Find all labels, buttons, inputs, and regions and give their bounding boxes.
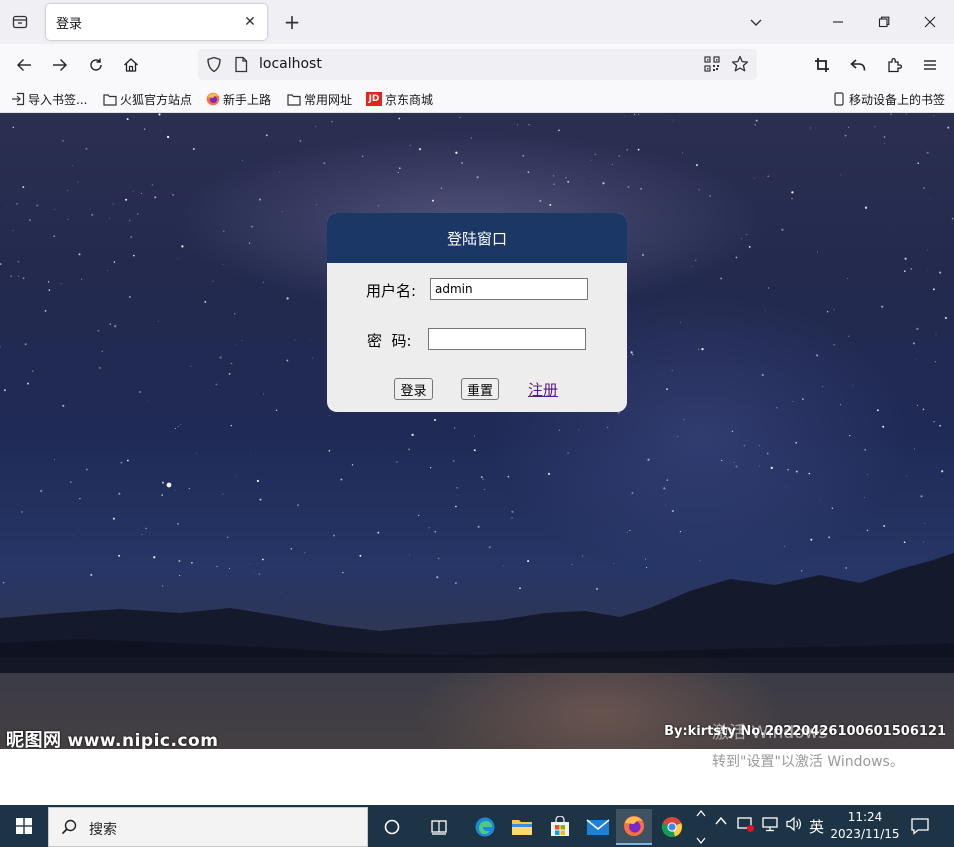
- microsoft-store-icon[interactable]: [542, 809, 578, 845]
- file-explorer-icon[interactable]: [504, 809, 540, 845]
- activate-windows-hint: 转到"设置"以激活 Windows。: [712, 754, 904, 770]
- tab-title: 登录: [56, 17, 83, 32]
- close-window-icon[interactable]: [910, 4, 950, 40]
- username-row: 用户名:: [327, 278, 627, 302]
- widgets-icon[interactable]: [421, 809, 457, 845]
- bookmark-label: 火狐官方站点: [120, 92, 193, 107]
- username-input[interactable]: [430, 278, 588, 300]
- shield-icon[interactable]: [206, 56, 222, 77]
- bookmark-label: 京东商城: [385, 92, 434, 107]
- taskbar-search-box[interactable]: 搜索: [48, 807, 368, 847]
- chevron-down-icon[interactable]: [742, 8, 770, 36]
- password-row: 密 码:: [327, 328, 627, 352]
- restore-icon[interactable]: [864, 4, 904, 40]
- mail-icon[interactable]: [580, 809, 616, 845]
- jd-icon: JD: [366, 92, 382, 106]
- undo-arrow-icon[interactable]: [844, 51, 872, 79]
- menu-icon[interactable]: [916, 51, 944, 79]
- tab-bar: 登录 ✕ +: [0, 0, 954, 44]
- bookmarks-toolbar: 导入书签... 火狐官方站点 新手上路 常用网址 JD 京东商城 移动设备上的书…: [0, 86, 954, 113]
- password-label: 密 码:: [367, 332, 412, 350]
- firefox-taskbar-icon[interactable]: [616, 809, 652, 845]
- login-title: 登陆窗口: [327, 213, 627, 263]
- bookmark-firefox-site[interactable]: 火狐官方站点: [103, 90, 192, 108]
- bookmark-import[interactable]: 导入书签...: [11, 90, 87, 108]
- night-sky-background: 昵图网 www.nipic.com By:kirtsty No.202204261…: [0, 113, 954, 749]
- network-icon[interactable]: [761, 815, 779, 837]
- notification-icon[interactable]: [910, 816, 930, 840]
- chevron-up-icon[interactable]: [696, 809, 706, 817]
- password-input[interactable]: [428, 328, 586, 350]
- home-icon[interactable]: [117, 51, 145, 79]
- address-bar[interactable]: localhost: [198, 49, 757, 80]
- register-link[interactable]: 注册: [528, 379, 558, 400]
- bookmark-common-sites[interactable]: 常用网址: [287, 90, 352, 108]
- username-label: 用户名:: [366, 282, 417, 300]
- watermark-brand: 昵图网: [6, 730, 62, 749]
- taskbar-scroll[interactable]: [695, 809, 707, 845]
- login-button[interactable]: 登录: [394, 378, 433, 400]
- page-icon[interactable]: [234, 56, 248, 77]
- ime-indicator[interactable]: 英: [809, 816, 824, 837]
- firefox-icon: [206, 92, 220, 106]
- taskbar-clock[interactable]: 11:24 2023/11/15: [826, 809, 904, 843]
- clock-date: 2023/11/15: [830, 827, 900, 841]
- reload-icon[interactable]: [82, 51, 110, 79]
- activate-windows-title: 激活 Windows: [712, 723, 828, 743]
- folder-icon: [287, 92, 301, 106]
- clock-time: 11:24: [847, 810, 883, 824]
- bookmark-label: 导入书签...: [28, 92, 88, 107]
- tab-list-icon[interactable]: [6, 8, 34, 36]
- bookmark-label: 移动设备上的书签: [849, 92, 946, 107]
- bookmark-label: 新手上路: [223, 92, 272, 107]
- login-panel: 登陆窗口 用户名: 密 码: 登录 重置 注册: [327, 213, 627, 412]
- volume-icon[interactable]: [785, 815, 803, 837]
- new-tab-icon[interactable]: +: [278, 8, 306, 36]
- extensions-icon[interactable]: [880, 51, 908, 79]
- chrome-icon[interactable]: [654, 809, 690, 845]
- reset-button[interactable]: 重置: [461, 378, 499, 400]
- search-icon: [61, 819, 77, 839]
- windows-taskbar: 搜索 英 11:24 2023/11/15: [0, 805, 954, 847]
- watermark-left: 昵图网 www.nipic.com: [6, 726, 218, 749]
- forward-icon[interactable]: [46, 51, 74, 79]
- url-text[interactable]: localhost: [259, 56, 322, 72]
- active-tab[interactable]: 登录 ✕: [46, 4, 267, 40]
- mobile-device-icon: [832, 92, 846, 106]
- search-placeholder: 搜索: [89, 822, 117, 838]
- folder-icon: [103, 92, 117, 106]
- show-hidden-icons[interactable]: [714, 815, 728, 831]
- bookmark-star-icon[interactable]: [731, 55, 749, 77]
- minimize-icon[interactable]: [818, 4, 858, 40]
- watermark-site: www.nipic.com: [67, 731, 219, 749]
- edge-browser-icon[interactable]: [467, 809, 503, 845]
- import-icon: [11, 92, 25, 106]
- bookmark-label: 常用网址: [304, 92, 353, 107]
- task-view-icon[interactable]: [374, 809, 410, 845]
- mobile-bookmarks[interactable]: 移动设备上的书签: [832, 90, 945, 108]
- starfield-and-mountains: [0, 113, 954, 749]
- screenshot-crop-icon[interactable]: [808, 51, 836, 79]
- navigation-toolbar: localhost: [0, 44, 954, 86]
- bookmark-getting-started[interactable]: 新手上路: [206, 90, 271, 108]
- windows-start-icon[interactable]: [0, 805, 48, 847]
- security-alert-icon[interactable]: [737, 815, 755, 837]
- bookmark-jd[interactable]: JD 京东商城: [366, 90, 433, 108]
- chevron-down-icon[interactable]: [696, 837, 706, 845]
- close-tab-icon[interactable]: ✕: [239, 11, 261, 33]
- page-viewport: 昵图网 www.nipic.com By:kirtsty No.202204261…: [0, 113, 954, 805]
- qr-code-icon[interactable]: [704, 56, 720, 76]
- back-icon[interactable]: [10, 51, 38, 79]
